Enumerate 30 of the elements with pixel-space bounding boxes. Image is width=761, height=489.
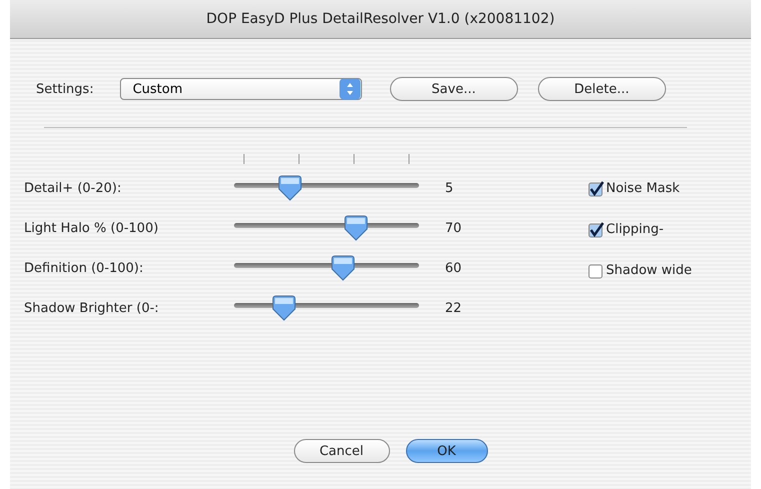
checkbox[interactable]: [588, 262, 604, 278]
slider[interactable]: [234, 295, 419, 321]
slider-value: 5: [445, 180, 454, 196]
delete-button[interactable]: Delete...: [538, 77, 666, 101]
cancel-button[interactable]: Cancel: [294, 439, 390, 463]
save-button[interactable]: Save...: [390, 77, 518, 101]
checkbox[interactable]: [588, 222, 604, 238]
slider-thumb[interactable]: [330, 255, 356, 281]
slider-value: 22: [445, 300, 462, 316]
settings-dropdown[interactable]: Custom: [120, 78, 362, 100]
settings-label: Settings:: [36, 82, 94, 96]
slider-value: 70: [445, 220, 462, 236]
slider-thumb[interactable]: [270, 295, 297, 321]
slider-thumb[interactable]: [276, 175, 302, 201]
slider[interactable]: [234, 255, 419, 281]
slider-value: 60: [445, 260, 462, 276]
slider-label: Light Halo % (0-100): [24, 220, 160, 236]
slider[interactable]: [234, 215, 419, 241]
checkbox[interactable]: [588, 180, 604, 196]
slider[interactable]: [234, 175, 419, 201]
checkbox-label: Noise Mask: [606, 181, 680, 196]
slider-label: Shadow Brighter (0-:: [24, 300, 160, 316]
slider-thumb[interactable]: [343, 215, 370, 241]
checkbox-label: Clipping-: [606, 222, 664, 237]
slider-label: Detail+ (0-20):: [24, 180, 122, 196]
stepper-icon: [338, 78, 361, 100]
slider-label: Definition (0-100):: [24, 260, 144, 276]
window-title: DOP EasyD Plus DetailResolver V1.0 (x20081102): [10, 0, 751, 39]
checkbox-label: Shadow wide: [606, 263, 692, 278]
ok-button[interactable]: OK: [406, 439, 488, 463]
